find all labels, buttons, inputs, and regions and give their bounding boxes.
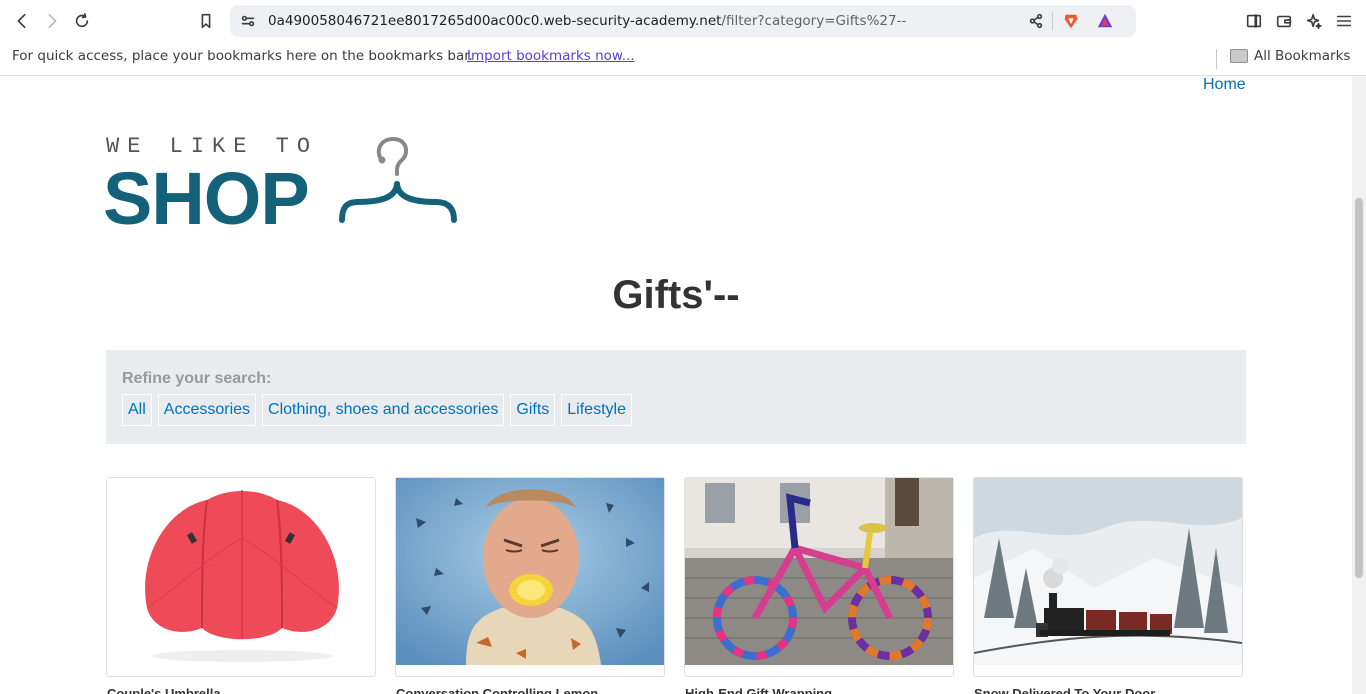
bookmarks-bar: For quick access, place your bookmarks h… xyxy=(0,42,1366,76)
forward-icon[interactable] xyxy=(40,9,64,33)
brave-shields-icon[interactable] xyxy=(1062,12,1080,30)
web-page: Home WE LIKE TO SHOP Gifts'-- Refine you… xyxy=(0,76,1352,694)
scrollbar-thumb[interactable] xyxy=(1355,198,1363,578)
filter-panel: Refine your search: All Accessories Clot… xyxy=(106,350,1246,444)
all-bookmarks-label: All Bookmarks xyxy=(1254,48,1351,64)
browser-toolbar: 0a490058046721ee8017265d00ac00c0.web-sec… xyxy=(0,0,1366,42)
logo-wordmark: SHOP xyxy=(103,157,310,240)
all-bookmarks-button[interactable]: All Bookmarks xyxy=(1230,48,1350,64)
omnibox-divider xyxy=(1052,12,1053,30)
bookmark-icon[interactable] xyxy=(194,9,218,33)
page-title: Gifts'-- xyxy=(612,273,740,317)
product-card[interactable]: High-End Gift Wrapping xyxy=(684,477,954,694)
url-host: 0a490058046721ee8017265d00ac00c0.web-sec… xyxy=(268,13,722,29)
filter-clothing[interactable]: Clothing, shoes and accessories xyxy=(262,394,505,426)
product-name[interactable]: Couple's Umbrella xyxy=(107,686,221,694)
url-text: 0a490058046721ee8017265d00ac00c0.web-sec… xyxy=(268,13,906,29)
wallet-icon[interactable] xyxy=(1272,9,1296,33)
category-filter-list: All Accessories Clothing, shoes and acce… xyxy=(122,394,632,426)
product-name[interactable]: Conversation Controlling Lemon xyxy=(396,686,598,694)
filter-accessories[interactable]: Accessories xyxy=(157,394,257,426)
sidebar-icon[interactable] xyxy=(1242,9,1266,33)
page-scrollbar[interactable] xyxy=(1352,76,1366,694)
product-image-train[interactable] xyxy=(974,478,1242,665)
menu-icon[interactable] xyxy=(1332,9,1356,33)
brave-rewards-icon[interactable] xyxy=(1096,12,1114,30)
import-bookmarks-link[interactable]: Import bookmarks now... xyxy=(467,48,635,64)
leo-ai-icon[interactable] xyxy=(1302,9,1326,33)
bookmarks-divider xyxy=(1216,49,1217,69)
home-link[interactable]: Home xyxy=(1203,76,1246,94)
product-name[interactable]: Snow Delivered To Your Door xyxy=(974,686,1155,694)
product-image-lemon[interactable] xyxy=(396,478,664,665)
site-info-icon[interactable] xyxy=(236,9,260,33)
share-icon[interactable] xyxy=(1024,9,1048,33)
shop-logo[interactable]: WE LIKE TO SHOP xyxy=(103,134,466,240)
product-card[interactable]: Conversation Controlling Lemon xyxy=(395,477,665,694)
product-name[interactable]: High-End Gift Wrapping xyxy=(685,686,832,694)
filter-lifestyle[interactable]: Lifestyle xyxy=(561,394,632,426)
address-bar[interactable]: 0a490058046721ee8017265d00ac00c0.web-sec… xyxy=(230,5,1136,37)
filter-label: Refine your search: xyxy=(122,370,272,387)
url-path: /filter?category=Gifts%27-- xyxy=(721,13,907,29)
product-card[interactable]: Couple's Umbrella xyxy=(106,477,376,694)
product-grid: Couple's Umbrella Conversation Controlli… xyxy=(106,477,1246,694)
bookmarks-prompt: For quick access, place your bookmarks h… xyxy=(12,48,473,64)
filter-gifts[interactable]: Gifts xyxy=(510,394,556,426)
product-image-umbrella[interactable] xyxy=(107,478,375,665)
filter-all[interactable]: All xyxy=(122,394,152,426)
hanger-icon xyxy=(339,137,457,223)
folder-icon xyxy=(1230,49,1248,63)
back-icon[interactable] xyxy=(10,9,34,33)
reload-icon[interactable] xyxy=(70,9,94,33)
product-image-bicycle[interactable] xyxy=(685,478,953,665)
product-card[interactable]: Snow Delivered To Your Door xyxy=(973,477,1243,694)
